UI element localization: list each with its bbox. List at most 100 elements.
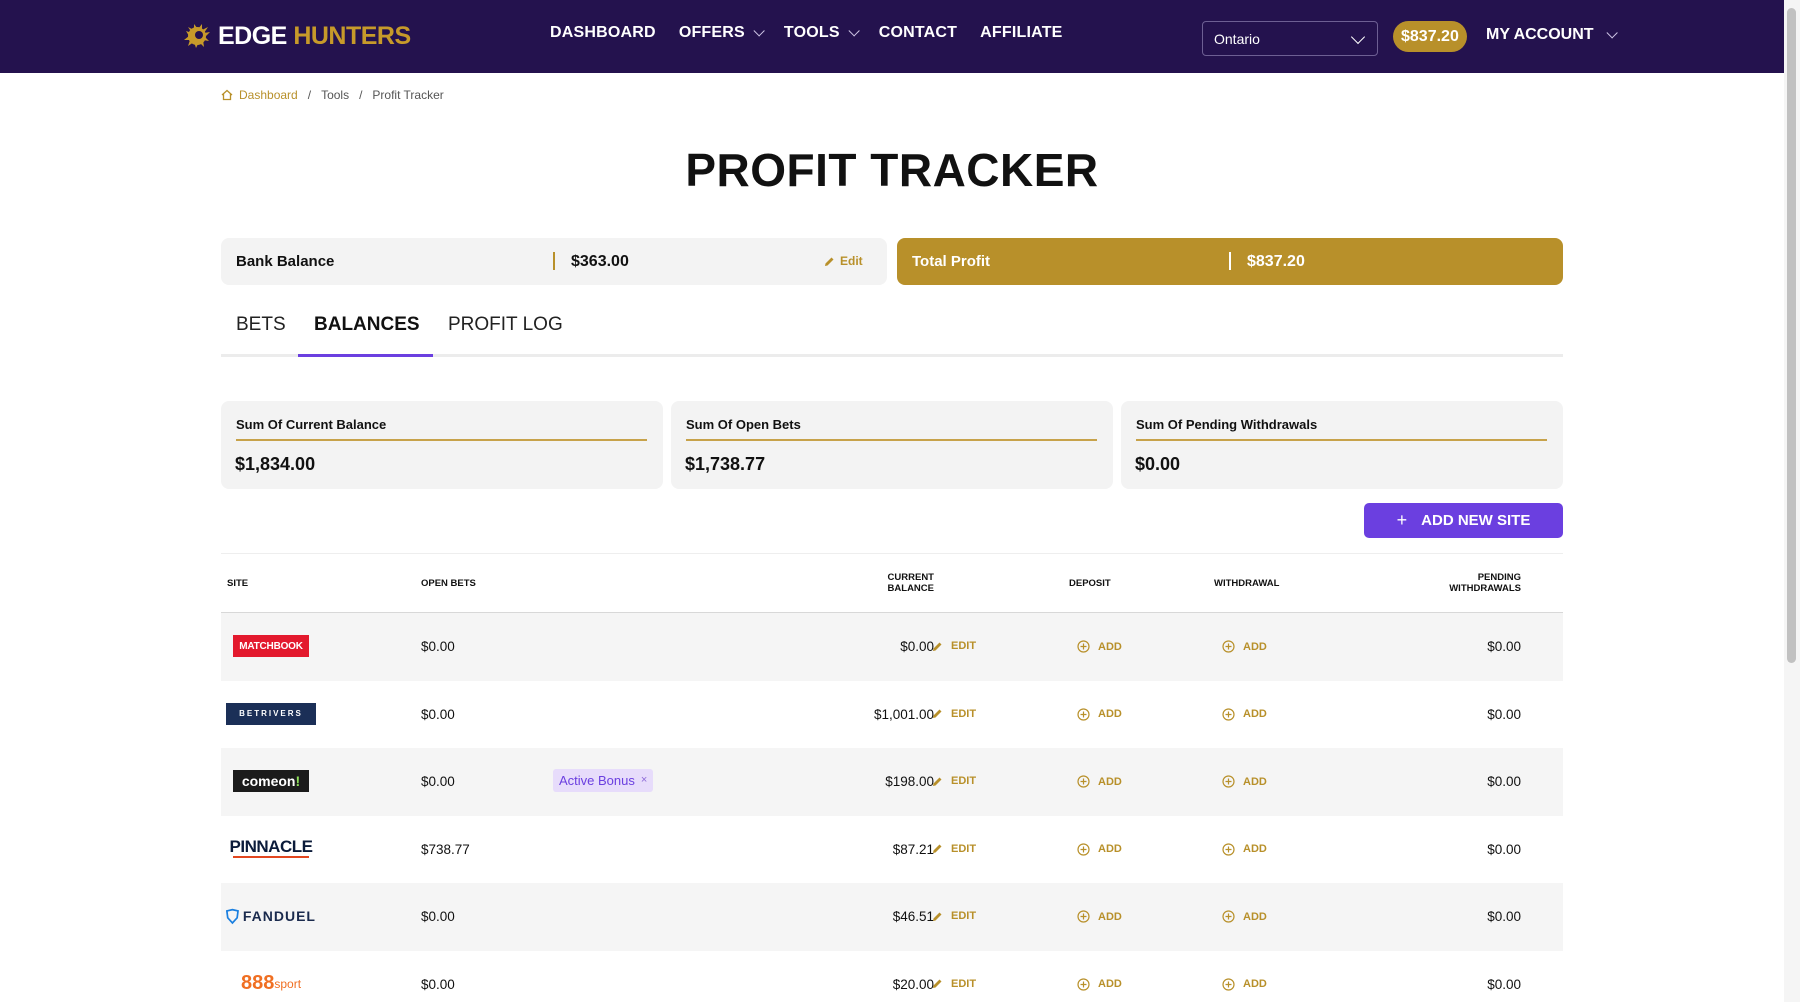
home-icon [221, 89, 233, 101]
site-logo-betrivers: BETRIVERS [226, 702, 316, 725]
sum-card-label: Sum Of Open Bets [686, 417, 801, 432]
add-deposit-button[interactable]: ADD [1077, 775, 1122, 788]
site-logo-888sport: 888 sport [240, 972, 302, 994]
divider [686, 439, 1097, 441]
top-navbar: EDGE HUNTERS DASHBOARD OFFERS TOOLS CONT… [0, 0, 1800, 73]
site-logo-comeon: comeon! [233, 770, 309, 792]
current-balance-value: $0.00 [900, 639, 934, 654]
current-balance-value: $87.21 [892, 841, 934, 857]
pencil-icon [933, 979, 942, 988]
site-logo-matchbook: MATCHBOOK [233, 635, 309, 657]
sum-card-label: Sum Of Current Balance [236, 417, 387, 432]
table-row: PINNACLE $738.77 $87.21 EDIT ADD ADD $0.… [221, 816, 1563, 884]
pencil-icon [933, 844, 942, 853]
nav-affiliate[interactable]: AFFILIATE [980, 24, 1062, 42]
pencil-icon [933, 912, 942, 921]
breadcrumb-tools[interactable]: Tools [321, 88, 349, 102]
add-withdrawal-button[interactable]: ADD [1222, 640, 1267, 653]
bank-balance-label: Bank Balance [236, 253, 335, 270]
open-bets-value: $738.77 [421, 841, 470, 857]
table-row: comeon! $0.00 Active Bonus × $198.00 EDIT… [221, 748, 1563, 816]
sum-card-label: Sum Of Pending Withdrawals [1136, 417, 1318, 432]
edit-balance-button[interactable]: EDIT [932, 775, 976, 787]
plus-icon: + [1396, 510, 1408, 530]
plus-circle-icon [1222, 977, 1235, 991]
table-row: FANDUEL $0.00 $46.51 EDIT ADD ADD $0.00 [221, 883, 1563, 951]
breadcrumb-separator: / [307, 88, 312, 102]
current-balance-value: $198.00 [885, 774, 934, 789]
chevron-down-icon [753, 25, 765, 37]
open-bets-value: $0.00 [421, 774, 455, 789]
edit-balance-button[interactable]: EDIT [932, 708, 976, 720]
sum-pending-withdrawals-card: Sum Of Pending Withdrawals $0.00 [1121, 401, 1563, 489]
plus-circle-icon [1077, 977, 1090, 991]
add-deposit-button[interactable]: ADD [1077, 910, 1122, 923]
page-title: PROFIT TRACKER [685, 144, 1099, 196]
lion-logo-icon [184, 24, 210, 48]
pending-withdrawals-value: $0.00 [1487, 909, 1521, 924]
edge-hunters-logo[interactable]: EDGE HUNTERS [182, 18, 411, 54]
edit-balance-button[interactable]: EDIT [932, 910, 976, 922]
page-scrollbar[interactable] [1784, 0, 1800, 1002]
open-bets-value: $0.00 [421, 639, 455, 654]
nav-contact[interactable]: CONTACT [879, 24, 957, 42]
pencil-icon [933, 709, 942, 718]
add-withdrawal-button[interactable]: ADD [1222, 707, 1267, 721]
add-deposit-button[interactable]: ADD [1077, 707, 1122, 721]
col-deposit: DEPOSIT [1069, 578, 1111, 589]
edit-balance-button[interactable]: EDIT [932, 640, 976, 652]
pencil-icon [825, 257, 834, 266]
chevron-down-icon [1350, 29, 1366, 45]
add-deposit-button[interactable]: ADD [1077, 842, 1122, 856]
chevron-down-icon [1606, 27, 1618, 39]
open-bets-value: $0.00 [421, 909, 455, 924]
sum-card-value: $0.00 [1135, 454, 1181, 474]
add-withdrawal-button[interactable]: ADD [1222, 910, 1267, 923]
add-deposit-button[interactable]: ADD [1077, 977, 1122, 991]
divider [1229, 252, 1231, 270]
tab-profit-log[interactable]: PROFIT LOG [448, 314, 563, 336]
nav-offers[interactable]: OFFERS [679, 24, 765, 42]
breadcrumb-current: Profit Tracker [372, 88, 444, 102]
pencil-icon [933, 642, 942, 651]
plus-circle-icon [1222, 640, 1235, 653]
account-balance-badge: $837.20 [1393, 21, 1467, 52]
my-account-menu[interactable]: MY ACCOUNT [1486, 26, 1618, 44]
nav-dashboard[interactable]: DASHBOARD [550, 24, 656, 42]
bank-balance-value: $363.00 [571, 253, 629, 270]
edit-balance-button[interactable]: EDIT [932, 978, 976, 990]
add-withdrawal-button[interactable]: ADD [1222, 775, 1267, 788]
remove-bonus-icon[interactable]: × [641, 769, 647, 792]
sum-card-value: $1,738.77 [685, 454, 766, 474]
tab-balances[interactable]: BALANCES [314, 314, 420, 336]
plus-circle-icon [1077, 842, 1090, 856]
divider [553, 252, 555, 270]
table-row: BETRIVERS $0.00 $1,001.00 EDIT ADD ADD $… [221, 681, 1563, 749]
col-pending-withdrawals: PENDING WITHDRAWALS [1449, 572, 1521, 594]
tab-bets[interactable]: BETS [236, 314, 286, 336]
plus-circle-icon [1222, 842, 1235, 856]
nav-tools[interactable]: TOOLS [784, 24, 860, 42]
edit-balance-button[interactable]: EDIT [932, 843, 976, 855]
add-deposit-button[interactable]: ADD [1077, 640, 1122, 653]
plus-circle-icon [1077, 640, 1090, 653]
main-nav: DASHBOARD OFFERS TOOLS CONTACT AFFILIATE [550, 24, 1086, 42]
plus-circle-icon [1077, 707, 1090, 721]
breadcrumb-dashboard[interactable]: Dashboard [239, 88, 298, 102]
plus-circle-icon [1222, 707, 1235, 721]
pending-withdrawals-value: $0.00 [1487, 639, 1521, 654]
total-profit-value: $837.20 [1247, 253, 1305, 270]
add-withdrawal-button[interactable]: ADD [1222, 842, 1267, 856]
add-new-site-button[interactable]: + ADD NEW SITE [1364, 503, 1563, 538]
region-select[interactable]: Ontario [1202, 21, 1378, 56]
scrollbar-thumb[interactable] [1787, 8, 1796, 663]
add-withdrawal-button[interactable]: ADD [1222, 977, 1267, 991]
tracker-tabs: BETS BALANCES PROFIT LOG [221, 314, 1563, 357]
breadcrumb: Dashboard / Tools / Profit Tracker [221, 88, 444, 102]
col-open-bets: OPEN BETS [421, 578, 476, 589]
divider [236, 439, 647, 441]
plus-circle-icon [1222, 910, 1235, 923]
chevron-down-icon [848, 25, 860, 37]
current-balance-value: $20.00 [892, 976, 934, 992]
edit-bank-balance-button[interactable]: Edit [824, 254, 863, 268]
